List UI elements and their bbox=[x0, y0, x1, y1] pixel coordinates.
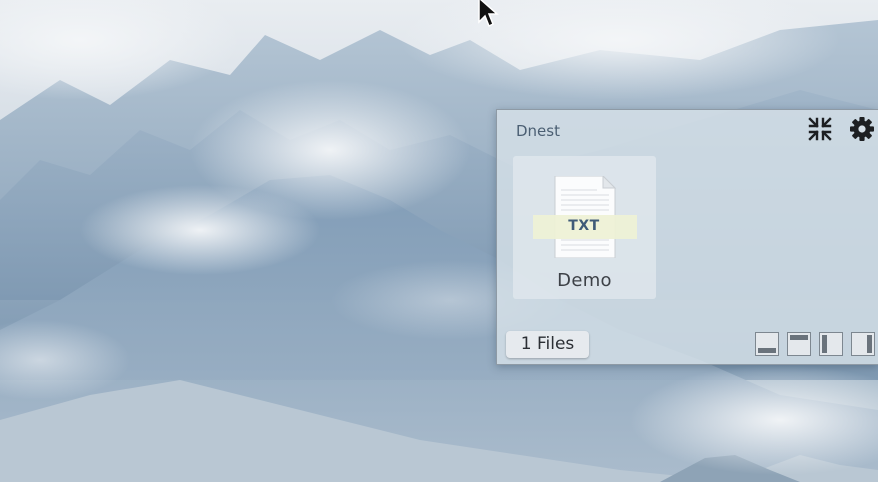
gear-icon bbox=[850, 117, 874, 141]
collapse-button[interactable] bbox=[805, 115, 835, 143]
dock-right-icon bbox=[867, 335, 872, 353]
panel-title: Dnest bbox=[516, 122, 560, 140]
mouse-cursor-icon bbox=[478, 0, 499, 28]
dock-top-icon bbox=[790, 335, 808, 340]
dock-top-button[interactable] bbox=[787, 332, 811, 356]
settings-button[interactable] bbox=[847, 115, 877, 143]
dock-left-button[interactable] bbox=[819, 332, 843, 356]
dock-right-button[interactable] bbox=[851, 332, 875, 356]
file-count-badge: 1 Files bbox=[506, 331, 589, 358]
txt-file-icon bbox=[533, 176, 637, 258]
dock-bottom-button[interactable] bbox=[755, 332, 779, 356]
dnest-panel: Dnest TXT Demo 1 Files bbox=[496, 109, 878, 365]
dock-left-icon bbox=[822, 335, 827, 353]
collapse-arrows-icon bbox=[808, 117, 832, 141]
desktop-wallpaper: Dnest TXT Demo 1 Files bbox=[0, 0, 878, 482]
file-name: Demo bbox=[557, 270, 612, 291]
file-type-label: TXT bbox=[568, 218, 600, 234]
file-item-demo[interactable]: TXT Demo bbox=[513, 156, 656, 299]
dock-bottom-icon bbox=[758, 348, 776, 353]
